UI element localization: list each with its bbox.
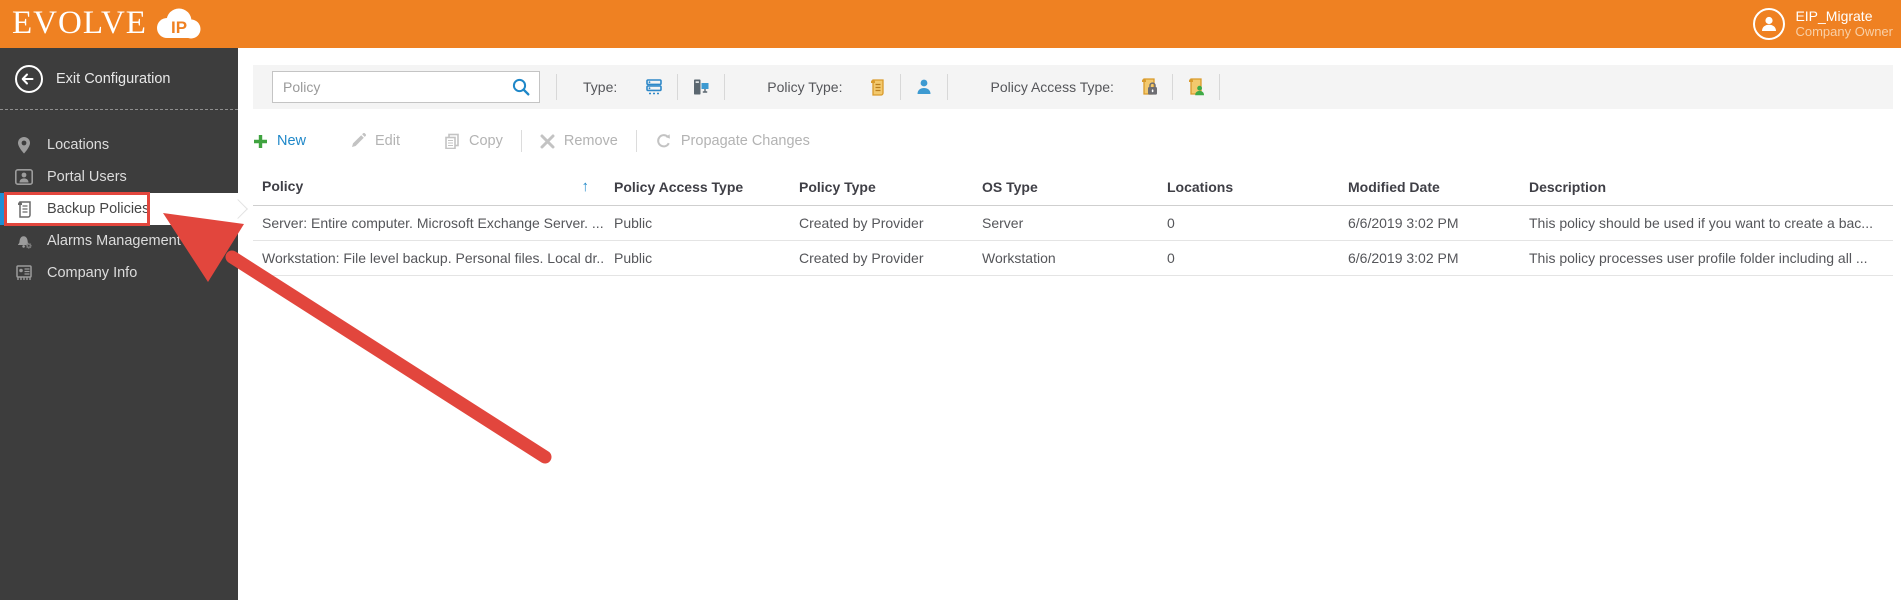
- company-info-icon: [14, 265, 34, 281]
- copy-icon: [445, 133, 459, 149]
- edit-button[interactable]: Edit: [350, 133, 400, 149]
- alarms-icon: [14, 233, 34, 250]
- column-header-os-type[interactable]: OS Type: [973, 169, 1158, 206]
- column-header-locations[interactable]: Locations: [1158, 169, 1339, 206]
- main-content: Type: Policy Type:: [238, 48, 1901, 600]
- exit-configuration-button[interactable]: Exit Configuration: [0, 48, 238, 110]
- remove-button-label: Remove: [563, 133, 618, 149]
- filter-divider: [1218, 74, 1220, 100]
- table-row[interactable]: Server: Entire computer. Microsoft Excha…: [253, 205, 1893, 241]
- toolbar-divider: [635, 130, 637, 152]
- cell-access: Public: [605, 205, 790, 241]
- propagate-changes-button[interactable]: Propagate Changes: [655, 133, 810, 150]
- portal-users-icon: [14, 169, 34, 185]
- copy-button[interactable]: Copy: [444, 133, 503, 149]
- sidebar-item-label: Alarms Management: [47, 233, 181, 249]
- pencil-icon: [352, 133, 367, 147]
- magnifier-icon[interactable]: [511, 77, 531, 97]
- filter-divider: [724, 74, 726, 100]
- cell-type: Created by Provider: [790, 205, 973, 241]
- cell-modified: 6/6/2019 3:02 PM: [1339, 205, 1520, 241]
- cell-modified: 6/6/2019 3:02 PM: [1339, 240, 1520, 276]
- top-bar: EVOLVE IP EIP_Migrate Company Owner: [0, 0, 1901, 48]
- column-header-policy-type[interactable]: Policy Type: [790, 169, 973, 206]
- logo-text: EVOLVE: [12, 4, 147, 41]
- actions-toolbar: New Edit Copy Remove Propagate Changes: [253, 123, 1893, 159]
- server-type-icon[interactable]: [639, 72, 669, 102]
- refresh-icon: [657, 133, 670, 147]
- new-button-label: New: [277, 133, 307, 149]
- x-icon: [540, 134, 555, 148]
- sort-ascending-icon[interactable]: ↑: [582, 178, 590, 195]
- sidebar-item-label: Locations: [47, 137, 110, 153]
- user-policy-icon[interactable]: [909, 72, 939, 102]
- policy-access-type-filter-label: Policy Access Type:: [990, 79, 1114, 95]
- filter-bar: Type: Policy Type:: [253, 65, 1893, 109]
- policy-type-filter-label: Policy Type:: [767, 79, 843, 95]
- user-menu[interactable]: EIP_Migrate Company Owner: [1753, 8, 1895, 40]
- column-header-policy-access-type[interactable]: Policy Access Type: [605, 169, 790, 206]
- edit-button-label: Edit: [375, 133, 401, 149]
- filter-divider: [556, 74, 557, 100]
- sidebar-nav: Locations Portal Users Backup Policies A…: [0, 129, 248, 289]
- cell-type: Created by Provider: [790, 240, 973, 276]
- table-header-row: Policy ↑ Policy Access Type Policy Type …: [253, 169, 1893, 206]
- sidebar-item-backup-policies[interactable]: Backup Policies: [0, 193, 248, 225]
- sidebar-item-label: Company Info: [47, 265, 138, 281]
- policies-table: Policy ↑ Policy Access Type Policy Type …: [253, 169, 1893, 276]
- type-filter-label: Type:: [583, 79, 618, 95]
- filter-divider: [947, 74, 949, 100]
- toolbar-divider: [520, 130, 522, 152]
- cell-access: Public: [605, 240, 790, 276]
- user-role: Company Owner: [1795, 23, 1893, 39]
- sidebar-item-label: Backup Policies: [47, 201, 150, 217]
- cell-policy[interactable]: Server: Entire computer. Microsoft Excha…: [253, 205, 605, 241]
- new-button[interactable]: New: [253, 133, 306, 149]
- filter-divider: [1171, 74, 1173, 100]
- table-row[interactable]: Workstation: File level backup. Personal…: [253, 240, 1893, 276]
- sidebar-item-locations[interactable]: Locations: [0, 129, 238, 161]
- cell-description: This policy should be used if you want t…: [1520, 205, 1893, 241]
- location-pin-icon: [14, 136, 34, 154]
- column-header-policy[interactable]: Policy ↑: [253, 169, 605, 206]
- cell-locations-link[interactable]: 0: [1158, 205, 1339, 241]
- search-input[interactable]: [283, 79, 511, 95]
- cell-locations-link[interactable]: 0: [1158, 240, 1339, 276]
- evolve-ip-logo: EVOLVE IP: [12, 5, 205, 43]
- workstation-type-icon[interactable]: [686, 72, 716, 102]
- sidebar-item-company-info[interactable]: Company Info: [0, 257, 238, 289]
- provider-policy-icon[interactable]: [862, 72, 892, 102]
- user-name: EIP_Migrate: [1795, 8, 1873, 25]
- user-avatar-icon: [1753, 8, 1786, 40]
- sidebar: Exit Configuration Locations Portal User…: [0, 48, 248, 600]
- propagate-changes-label: Propagate Changes: [680, 133, 810, 149]
- exit-configuration-label: Exit Configuration: [56, 70, 171, 87]
- cell-description: This policy processes user profile folde…: [1520, 240, 1893, 276]
- sidebar-item-portal-users[interactable]: Portal Users: [0, 161, 238, 193]
- back-arrow-icon: [15, 64, 43, 93]
- column-header-description[interactable]: Description: [1520, 169, 1893, 206]
- sidebar-item-alarms-management[interactable]: Alarms Management: [0, 225, 238, 257]
- remove-button[interactable]: Remove: [540, 133, 618, 149]
- svg-text:IP: IP: [171, 18, 187, 37]
- cell-policy[interactable]: Workstation: File level backup. Personal…: [253, 240, 605, 276]
- cell-os: Server: [973, 205, 1158, 241]
- cell-os: Workstation: [973, 240, 1158, 276]
- plus-icon: [254, 134, 267, 148]
- public-policy-icon[interactable]: [1181, 72, 1211, 102]
- filter-divider: [677, 74, 679, 100]
- filter-divider: [900, 74, 902, 100]
- sidebar-item-label: Portal Users: [47, 169, 127, 185]
- column-header-modified-date[interactable]: Modified Date: [1339, 169, 1520, 206]
- private-policy-icon[interactable]: [1134, 72, 1164, 102]
- cloud-ip-icon: IP: [156, 8, 201, 39]
- copy-button-label: Copy: [469, 133, 503, 149]
- backup-policies-icon: [14, 200, 34, 218]
- policy-search-box[interactable]: [272, 71, 540, 103]
